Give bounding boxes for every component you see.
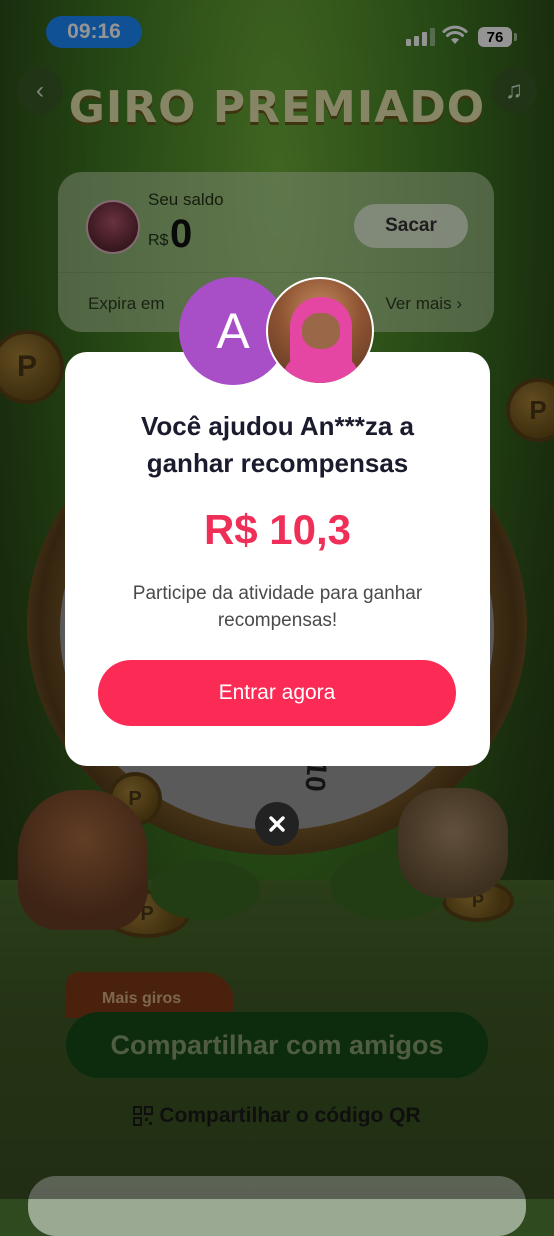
close-modal-button[interactable] <box>255 802 299 846</box>
user-avatar-photo <box>266 277 374 385</box>
reward-amount: R$ 10,3 <box>203 506 352 553</box>
modal-headline: Você ajudou An***za a ganhar recompensas <box>85 408 470 482</box>
close-icon <box>269 816 285 832</box>
modal-description: Participe da atividade para ganhar recom… <box>132 583 423 631</box>
modal-headline-line2: ganhar recompensas <box>146 448 409 478</box>
modal-headline-line1: Você ajudou An***za a <box>140 411 415 441</box>
reward-modal: Você ajudou An***za a ganhar recompensas… <box>65 352 490 766</box>
enter-now-button[interactable]: Entrar agora <box>98 660 456 726</box>
